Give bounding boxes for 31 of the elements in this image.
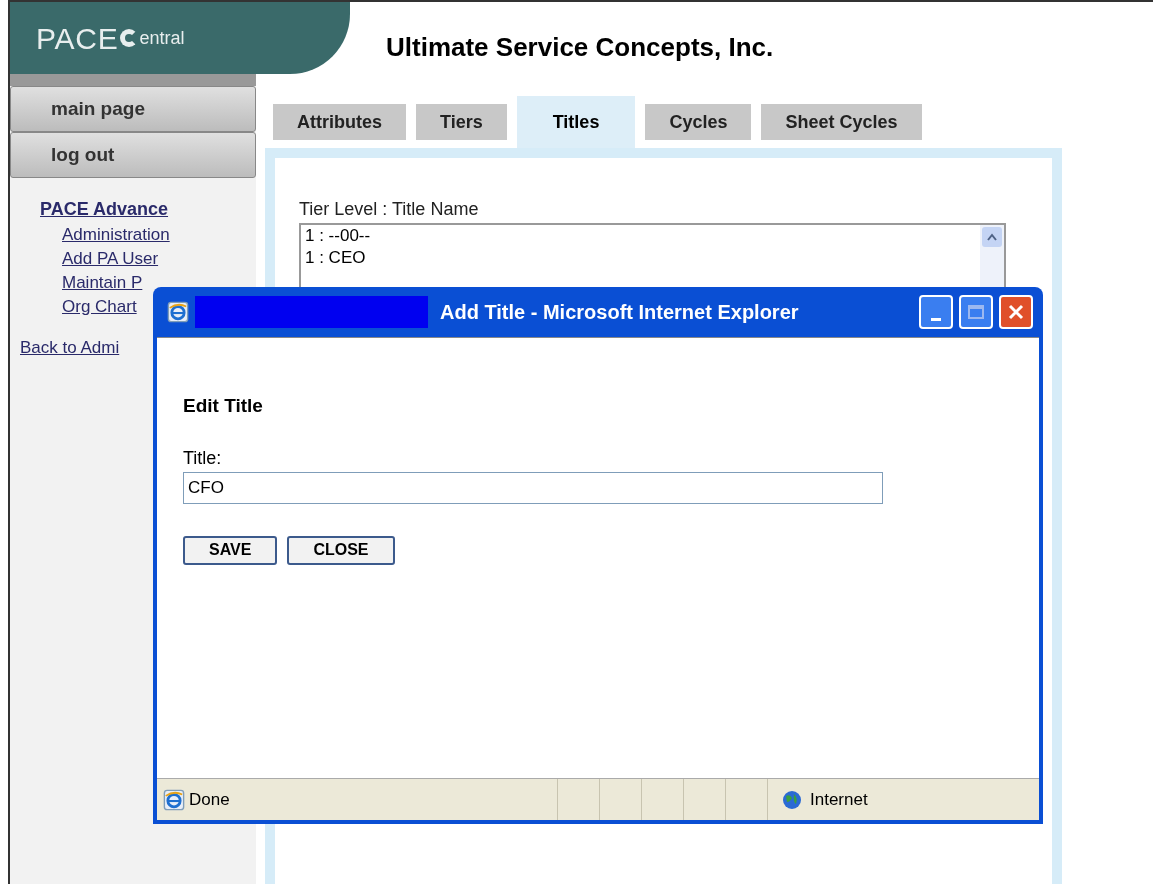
- tab[interactable]: Attributes: [273, 104, 406, 140]
- dialog-heading: Edit Title: [183, 394, 264, 418]
- close-button[interactable]: [999, 295, 1033, 329]
- tab[interactable]: Sheet Cycles: [761, 104, 922, 140]
- status-text: Done: [189, 788, 230, 811]
- nav-link[interactable]: Add PA User: [40, 247, 256, 271]
- nav-button[interactable]: log out: [10, 132, 256, 178]
- dialog-button[interactable]: SAVE: [183, 535, 278, 565]
- zone-text: Internet: [810, 788, 868, 811]
- company-name: Ultimate Service Concepts, Inc.: [386, 32, 774, 62]
- globe-icon: [782, 789, 802, 810]
- nav-button[interactable]: main page: [10, 86, 256, 132]
- dialog-button[interactable]: CLOSE: [287, 535, 395, 565]
- list-item[interactable]: 1 : --00--: [305, 225, 980, 247]
- title-field[interactable]: CFO: [183, 471, 883, 504]
- field-label: Title:: [183, 446, 223, 470]
- browser-icon: [163, 788, 185, 811]
- tab[interactable]: Cycles: [645, 104, 752, 140]
- logo-text: PACE: [36, 20, 119, 57]
- logo-mark: entral: [120, 24, 185, 52]
- browser-icon: [167, 301, 189, 323]
- tab[interactable]: Titles: [516, 96, 636, 148]
- close-icon[interactable]: [1008, 304, 1024, 320]
- section-link[interactable]: PACE Advance: [40, 196, 256, 223]
- minimize-button[interactable]: [919, 295, 953, 329]
- tab[interactable]: Tiers: [416, 104, 507, 140]
- nav-link[interactable]: Administration: [40, 223, 256, 247]
- maximize-button[interactable]: [959, 295, 993, 329]
- scroll-up-icon[interactable]: [987, 233, 997, 241]
- list-item[interactable]: 1 : CEO: [305, 247, 980, 269]
- list-label: Tier Level : Title Name: [299, 198, 480, 221]
